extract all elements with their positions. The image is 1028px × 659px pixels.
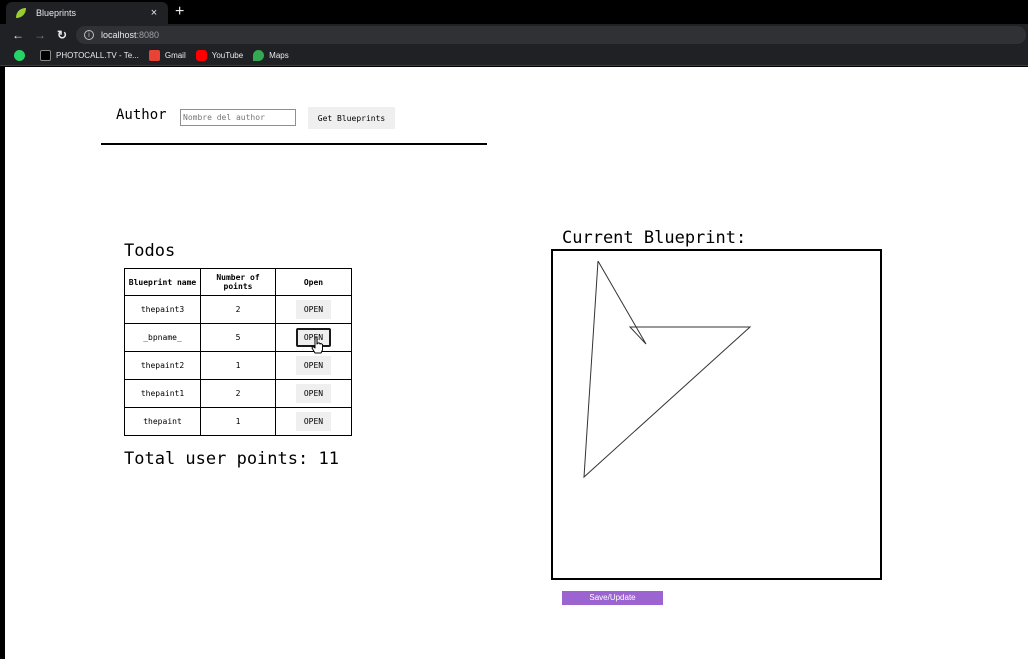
- open-button[interactable]: OPEN: [296, 356, 331, 375]
- address-bar[interactable]: i localhost :8080: [76, 26, 1026, 44]
- current-blueprint-title: Current Blueprint:: [562, 228, 747, 248]
- close-icon[interactable]: ×: [148, 7, 160, 19]
- tab-bar: Blueprints × +: [0, 0, 1028, 24]
- open-cell: OPEN: [275, 295, 352, 324]
- bookmark-photocall[interactable]: PHOTOCALL.TV - Te...: [40, 50, 139, 61]
- table-row: thepaint 1 OPEN: [124, 407, 352, 436]
- gmail-icon: [148, 50, 160, 61]
- open-button[interactable]: OPEN: [296, 300, 331, 319]
- open-button[interactable]: OPEN: [296, 384, 331, 403]
- blueprint-drawing: [583, 260, 752, 479]
- todos-title: Todos: [124, 241, 176, 261]
- open-button[interactable]: OPEN: [296, 412, 331, 431]
- table-row: thepaint3 2 OPEN: [124, 295, 352, 324]
- url-port: :8080: [136, 30, 160, 40]
- table-header-row: Blueprint name Number of points Open: [124, 268, 352, 296]
- tab-title: Blueprints: [36, 8, 77, 18]
- open-cell: OPEN: [275, 351, 352, 380]
- total-user-points: Total user points: 11: [124, 449, 339, 469]
- divider: [101, 143, 487, 145]
- page-content: Author Get Blueprints Todos Blueprint na…: [5, 67, 1028, 659]
- browser-toolbar: ← → ↻ i localhost :8080: [0, 24, 1028, 46]
- blueprint-name-cell: _bpname_: [124, 323, 201, 352]
- whatsapp-icon: [14, 50, 25, 61]
- hand-cursor-icon: [311, 336, 323, 354]
- maps-icon: [253, 50, 265, 61]
- back-icon[interactable]: ←: [7, 28, 29, 42]
- blueprint-name-cell: thepaint3: [124, 295, 201, 324]
- page-icon: [40, 50, 51, 61]
- get-blueprints-button[interactable]: Get Blueprints: [308, 107, 395, 129]
- bookmark-whatsapp[interactable]: [14, 50, 30, 61]
- header-open: Open: [275, 268, 352, 296]
- table-row: thepaint1 2 OPEN: [124, 379, 352, 408]
- info-icon[interactable]: i: [84, 30, 94, 40]
- tab-blueprints[interactable]: Blueprints ×: [6, 2, 168, 24]
- new-tab-icon[interactable]: +: [175, 3, 184, 21]
- open-cell: OPEN: [275, 379, 352, 408]
- author-input[interactable]: [180, 109, 296, 126]
- url-host: localhost: [101, 30, 137, 40]
- bookmark-youtube[interactable]: YouTube: [195, 50, 244, 61]
- points-cell: 1: [200, 407, 276, 436]
- blueprint-name-cell: thepaint1: [124, 379, 201, 408]
- bookmark-gmail[interactable]: Gmail: [148, 50, 186, 61]
- blueprint-name-cell: thepaint: [124, 407, 201, 436]
- author-label: Author: [116, 107, 167, 123]
- reload-icon[interactable]: ↻: [51, 28, 73, 42]
- points-cell: 2: [200, 295, 276, 324]
- bookmark-label: Maps: [269, 51, 289, 60]
- blueprint-canvas[interactable]: [551, 249, 882, 580]
- points-cell: 1: [200, 351, 276, 380]
- open-cell: OPEN: [275, 407, 352, 436]
- bookmark-label: YouTube: [211, 51, 244, 60]
- youtube-icon: [195, 50, 207, 61]
- spring-leaf-icon: [16, 8, 26, 18]
- table-row: thepaint2 1 OPEN: [124, 351, 352, 380]
- points-cell: 2: [200, 379, 276, 408]
- header-number-of-points: Number of points: [200, 268, 276, 296]
- blueprint-name-cell: thepaint2: [124, 351, 201, 380]
- bookmark-maps[interactable]: Maps: [253, 50, 289, 61]
- header-blueprint-name: Blueprint name: [124, 268, 201, 296]
- bookmarks-bar: PHOTOCALL.TV - Te... Gmail YouTube Maps: [0, 46, 1028, 66]
- bookmark-label: Gmail: [164, 51, 186, 60]
- bookmark-label: PHOTOCALL.TV - Te...: [56, 51, 139, 60]
- blueprint-polyline: [583, 260, 752, 479]
- points-cell: 5: [200, 323, 276, 352]
- save-update-button[interactable]: Save/Update: [562, 591, 663, 605]
- forward-icon[interactable]: →: [29, 28, 51, 42]
